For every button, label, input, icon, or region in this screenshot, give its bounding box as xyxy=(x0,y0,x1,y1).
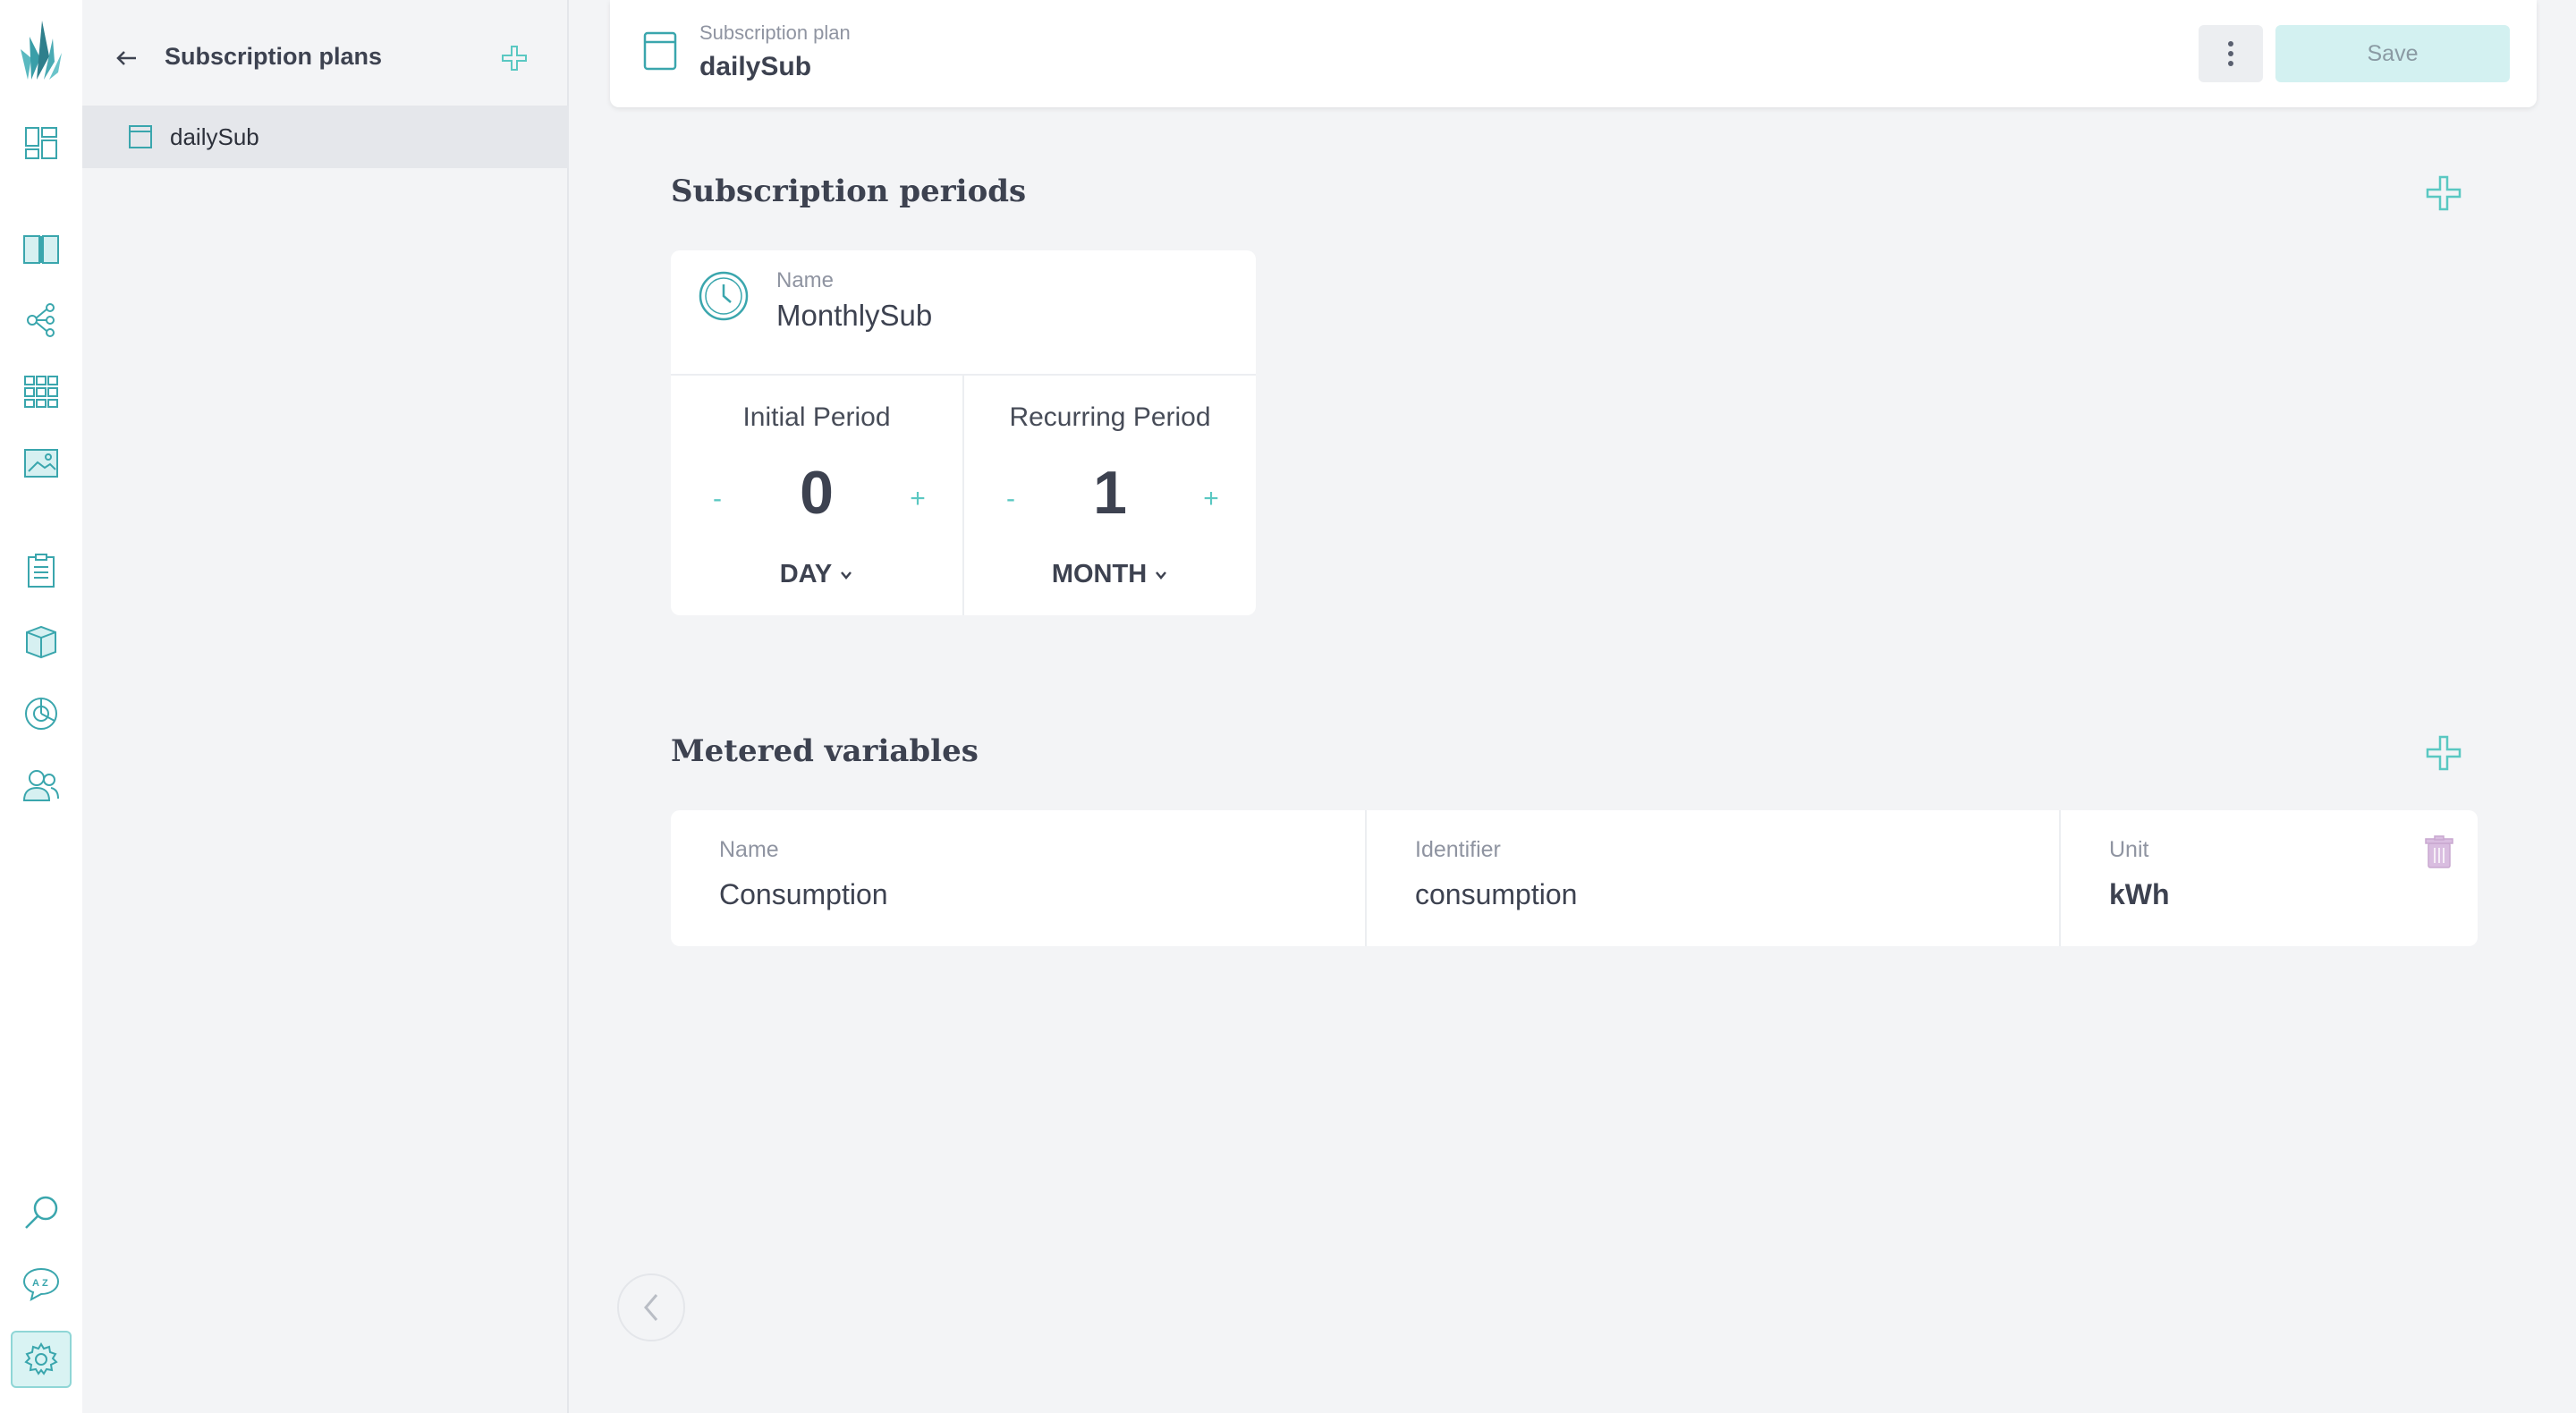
period-card: Name MonthlySub Initial Period - 0 + DAY… xyxy=(671,250,1256,615)
subscription-plans-panel: Subscription plans dailySub xyxy=(82,0,685,1413)
clipboard-icon[interactable] xyxy=(16,546,66,596)
variable-name-cell: Name Consumption xyxy=(671,810,1365,946)
svg-text:A: A xyxy=(32,1278,39,1289)
collapse-panel-button[interactable] xyxy=(617,1273,685,1341)
variable-identifier-value[interactable]: consumption xyxy=(1415,878,1577,911)
clock-icon xyxy=(698,270,750,322)
plan-list-item-label: dailySub xyxy=(170,123,259,150)
plan-title: dailySub xyxy=(699,52,812,81)
variable-unit-value[interactable]: kWh xyxy=(2109,878,2170,911)
recurring-period-unit-select[interactable]: MONTH xyxy=(964,560,1256,589)
initial-period-unit: DAY xyxy=(779,560,833,588)
add-variable-button[interactable] xyxy=(2424,733,2463,773)
plan-header: Subscription plan dailySub Save xyxy=(610,0,2537,107)
metered-variable-row: Name Consumption Identifier consumption … xyxy=(671,810,2478,946)
initial-period: Initial Period - 0 + DAY xyxy=(671,376,962,615)
add-plan-button[interactable] xyxy=(499,43,530,73)
recurring-period: Recurring Period - 1 + MONTH xyxy=(964,376,1256,615)
recurring-period-increment[interactable]: + xyxy=(1193,481,1229,517)
chevron-down-icon xyxy=(839,570,853,580)
svg-text:Z: Z xyxy=(42,1278,48,1289)
plan-icon xyxy=(642,30,678,72)
translate-icon[interactable]: A Z xyxy=(16,1259,66,1309)
grid-icon[interactable] xyxy=(16,367,66,417)
chevron-down-icon xyxy=(1154,570,1168,580)
subscription-periods-title: Subscription periods xyxy=(671,173,1027,209)
add-period-button[interactable] xyxy=(2424,173,2463,213)
recurring-period-unit: MONTH xyxy=(1051,560,1148,588)
variable-unit-cell: Unit kWh xyxy=(2059,810,2478,946)
recurring-period-label: Recurring Period xyxy=(1009,402,1211,432)
image-icon[interactable] xyxy=(16,438,66,488)
icon-rail: A Z xyxy=(0,0,82,1413)
save-button[interactable]: Save xyxy=(2275,25,2510,82)
metered-variables-title: Metered variables xyxy=(671,733,979,769)
plan-caption: Subscription plan xyxy=(699,21,851,44)
more-options-button[interactable] xyxy=(2199,25,2263,82)
period-name[interactable]: MonthlySub xyxy=(776,299,932,333)
share-nodes-icon[interactable] xyxy=(16,295,66,345)
back-arrow-icon[interactable] xyxy=(111,43,141,73)
settings-icon[interactable] xyxy=(11,1331,72,1388)
variable-unit-caption: Unit xyxy=(2109,837,2149,862)
search-icon[interactable] xyxy=(16,1188,66,1238)
panel-title: Subscription plans xyxy=(165,43,383,70)
variable-identifier-caption: Identifier xyxy=(1415,837,1501,862)
delete-variable-trash-icon[interactable] xyxy=(2424,835,2454,869)
box-icon[interactable] xyxy=(16,617,66,667)
variable-identifier-cell: Identifier consumption xyxy=(1365,810,2059,946)
plan-list-item[interactable]: dailySub xyxy=(82,106,569,168)
panel-header: Subscription plans xyxy=(82,27,569,89)
variable-name-value[interactable]: Consumption xyxy=(719,878,888,911)
plan-icon xyxy=(127,123,154,150)
pie-chart-icon[interactable] xyxy=(16,689,66,739)
variable-name-caption: Name xyxy=(719,837,779,862)
initial-period-unit-select[interactable]: DAY xyxy=(671,560,962,589)
dashboard-icon[interactable] xyxy=(16,118,66,168)
initial-period-label: Initial Period xyxy=(742,402,891,432)
logo-icon[interactable] xyxy=(16,16,66,84)
initial-period-increment[interactable]: + xyxy=(900,481,936,517)
users-icon[interactable] xyxy=(16,760,66,810)
book-icon[interactable] xyxy=(16,224,66,274)
period-name-caption: Name xyxy=(776,268,835,292)
